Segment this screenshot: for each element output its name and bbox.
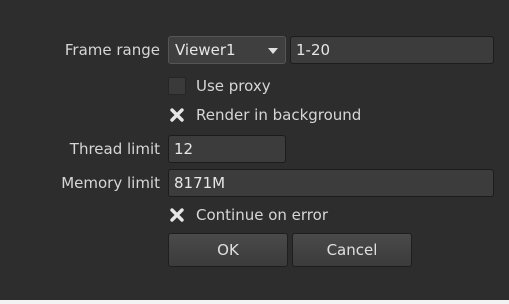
checkmark-x-icon [170,108,184,122]
chevron-down-icon [268,48,278,54]
thread-limit-label: Thread limit [69,140,160,158]
continue-on-error-label: Continue on error [196,206,328,224]
use-proxy-checkbox[interactable] [168,77,186,95]
render-dialog: Frame range Viewer1 1-20 Use proxy Rende… [0,0,509,300]
checkmark-x-icon [170,208,184,222]
ok-button[interactable]: OK [168,233,288,267]
cancel-button[interactable]: Cancel [292,233,412,267]
frame-range-dropdown[interactable]: Viewer1 [168,36,286,64]
frame-range-label: Frame range [64,41,160,59]
frame-range-input[interactable]: 1-20 [290,36,494,64]
use-proxy-label: Use proxy [196,77,271,95]
render-background-checkbox[interactable] [168,106,186,124]
continue-on-error-checkbox[interactable] [168,206,186,224]
frame-range-dropdown-value: Viewer1 [175,41,236,59]
render-background-label: Render in background [196,106,362,124]
thread-limit-input[interactable]: 12 [168,135,286,163]
memory-limit-label: Memory limit [61,174,160,192]
memory-limit-input[interactable]: 8171M [168,169,494,197]
